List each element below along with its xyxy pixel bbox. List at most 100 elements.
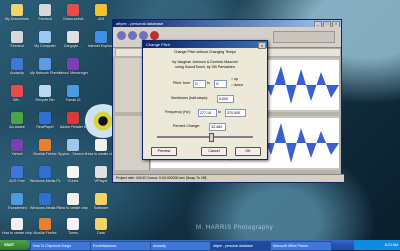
clock: 8:23 AM — [384, 243, 398, 247]
desktop-icon-image — [11, 58, 23, 70]
pitch-from-select[interactable]: D — [193, 80, 206, 88]
desktop-icon[interactable]: My Network Places — [30, 58, 60, 75]
desktop-icon-label: Shortcut — [38, 17, 52, 21]
desktop-icon[interactable]: Adobe Reader 8 — [58, 112, 88, 129]
play-icon[interactable] — [128, 31, 137, 40]
frequency-to-input[interactable]: 370.000 — [225, 109, 246, 117]
desktop-icon[interactable]: How to create chipmunk... — [2, 218, 32, 235]
desktop-icon-image — [39, 139, 51, 151]
desktop-icon[interactable]: My Documents — [2, 4, 32, 21]
desktop-icon[interactable]: Mozilla Firefox — [30, 218, 60, 235]
direction-down-radio[interactable]: ○ down — [231, 83, 243, 87]
desktop-icon[interactable]: iTunes — [58, 166, 88, 183]
desktop-icon-image — [39, 58, 51, 70]
desktop-icon-image — [39, 166, 51, 178]
desktop-icon-label: How to create chipmunk... — [58, 206, 88, 210]
desktop-icon-image — [95, 218, 107, 230]
desktop-icon-image — [67, 4, 79, 16]
slider-thumb[interactable] — [208, 133, 214, 142]
desktop-icon-label: Spybot - Search & Destroy — [58, 152, 88, 156]
direction-up-radio[interactable]: ○ up — [231, 77, 238, 81]
desktop-icon[interactable]: Tweak UI — [58, 85, 88, 102]
frequency-from-input[interactable]: 277.18 — [198, 109, 217, 117]
desktop-icon-image — [95, 139, 107, 151]
skip-start-icon[interactable] — [117, 31, 126, 40]
semitones-input[interactable]: 5.000 — [217, 95, 234, 103]
desktop-icon-label: Thunderbird — [7, 206, 27, 210]
desktop-icon-image — [39, 4, 51, 16]
dialog-title: Change Pitch — [146, 42, 171, 47]
frequency-label: Frequency (Hz): — [165, 110, 191, 114]
percent-change-input[interactable]: 33.483 — [209, 123, 226, 131]
desktop-icon[interactable]: Gift... — [2, 85, 32, 102]
cancel-button[interactable]: Cancel — [201, 147, 227, 156]
desktop-icon-label: Mozilla Firefox — [33, 231, 57, 235]
desktop-icon-label: Windows Media Player — [30, 206, 60, 210]
dialog-titlebar[interactable]: Change Pitch × — [143, 41, 267, 49]
desktop-icon-image — [67, 31, 79, 43]
desktop-icon-label: Tunes — [68, 231, 78, 235]
desktop-icon-image — [67, 139, 79, 151]
desktop-icon[interactable]: Spybot - Search & Destroy — [58, 139, 88, 156]
desktop-icon-label: Ad-Aware — [9, 125, 25, 129]
dialog-credit-1: by Vaughan Johnson & Dominic Mazzoni — [172, 60, 238, 64]
dialog-credit-2: using SoundTouch, by Olli Parviainen — [175, 65, 235, 69]
ok-button[interactable]: OK — [235, 147, 261, 156]
desktop-icon[interactable]: Windows Media Player — [30, 193, 60, 210]
desktop-icon-image — [67, 218, 79, 230]
desktop-icon[interactable]: Thunderbird — [2, 193, 32, 210]
desktop-icon[interactable]: RealPlayer — [30, 112, 60, 129]
down-label: down — [234, 83, 243, 87]
desktop-icon[interactable]: Yahoo! Messenger — [58, 58, 88, 75]
desktop-icon-label: Tweak UI — [65, 98, 81, 102]
pitch-label: Pitch: — [173, 81, 182, 85]
desktop-icon[interactable]: Software — [86, 193, 116, 210]
desktop-icon[interactable]: Shortcut — [2, 31, 32, 48]
percent-change-slider[interactable] — [157, 133, 253, 142]
desktop-icon[interactable]: Data — [86, 218, 116, 235]
desktop-icon-image — [11, 193, 23, 205]
desktop-icon[interactable]: Yahoo! — [2, 139, 32, 156]
desktop-icon-label: AVG Free — [9, 179, 25, 183]
desktop-icon[interactable]: Chaos.kahvk — [58, 4, 88, 21]
desktop-icon[interactable]: How to create chipmunk... — [58, 193, 88, 210]
desktop-icon[interactable]: Gargoyle ... — [58, 31, 88, 48]
desktop-icon-label: My Computer — [34, 44, 56, 48]
start-button[interactable]: start — [0, 240, 30, 250]
transport-controls — [117, 31, 159, 40]
desktop-icon-label: RealPlayer — [36, 125, 54, 129]
desktop-icon-label: Shortcut — [10, 44, 24, 48]
desktop-icon-image — [95, 4, 107, 16]
desktop-icon-image — [39, 218, 51, 230]
desktop-icon[interactable]: Mozilla Firefox — [30, 139, 60, 156]
dialog-heading: Change Pitch without Changing Tempo — [173, 50, 237, 54]
desktop-icon[interactable]: Tunes — [58, 218, 88, 235]
desktop-icon-label: Yahoo! — [11, 152, 23, 156]
desktop-icon-label: Data — [97, 231, 105, 235]
record-icon[interactable] — [150, 31, 159, 40]
desktop-icon-label: How to create chipmunk... — [2, 231, 32, 235]
stop-icon[interactable] — [139, 31, 148, 40]
desktop-icon[interactable]: Ad-Aware — [2, 112, 32, 129]
desktop-icon[interactable]: Audacity — [2, 58, 32, 75]
desktop-icon[interactable]: Recycle Bin — [30, 85, 60, 102]
dialog-close-icon[interactable]: × — [258, 42, 266, 49]
desktop-icon[interactable]: AVG Free — [2, 166, 32, 183]
desktop-icon-label: Mozilla Firefox — [33, 152, 57, 156]
window-titlebar[interactable]: aflyee - personal database _ □ × — [113, 20, 341, 28]
desktop-icon-image — [95, 31, 107, 43]
desktop-icon[interactable]: Windows Media Player — [30, 166, 60, 183]
desktop-icon-label: Gift... — [12, 98, 22, 102]
photographer-watermark: M. HARRIS Photography — [196, 225, 274, 231]
preview-button[interactable]: Preview — [151, 147, 177, 156]
desktop-icon-image — [67, 166, 79, 178]
change-pitch-dialog: Change Pitch × Change Pitch without Chan… — [142, 40, 268, 160]
pitch-to-select[interactable]: G — [214, 80, 227, 88]
desktop-icon[interactable]: Shortcut — [30, 4, 60, 21]
semitones-label: Semitones (half-steps): — [171, 96, 208, 100]
desktop-icon[interactable]: My Computer — [30, 31, 60, 48]
desktop-icon-label: Recycle Bin — [35, 98, 55, 102]
frequency-to-label: to — [218, 110, 221, 114]
desktop-icon-image — [11, 139, 23, 151]
desktop-icon-image — [39, 193, 51, 205]
